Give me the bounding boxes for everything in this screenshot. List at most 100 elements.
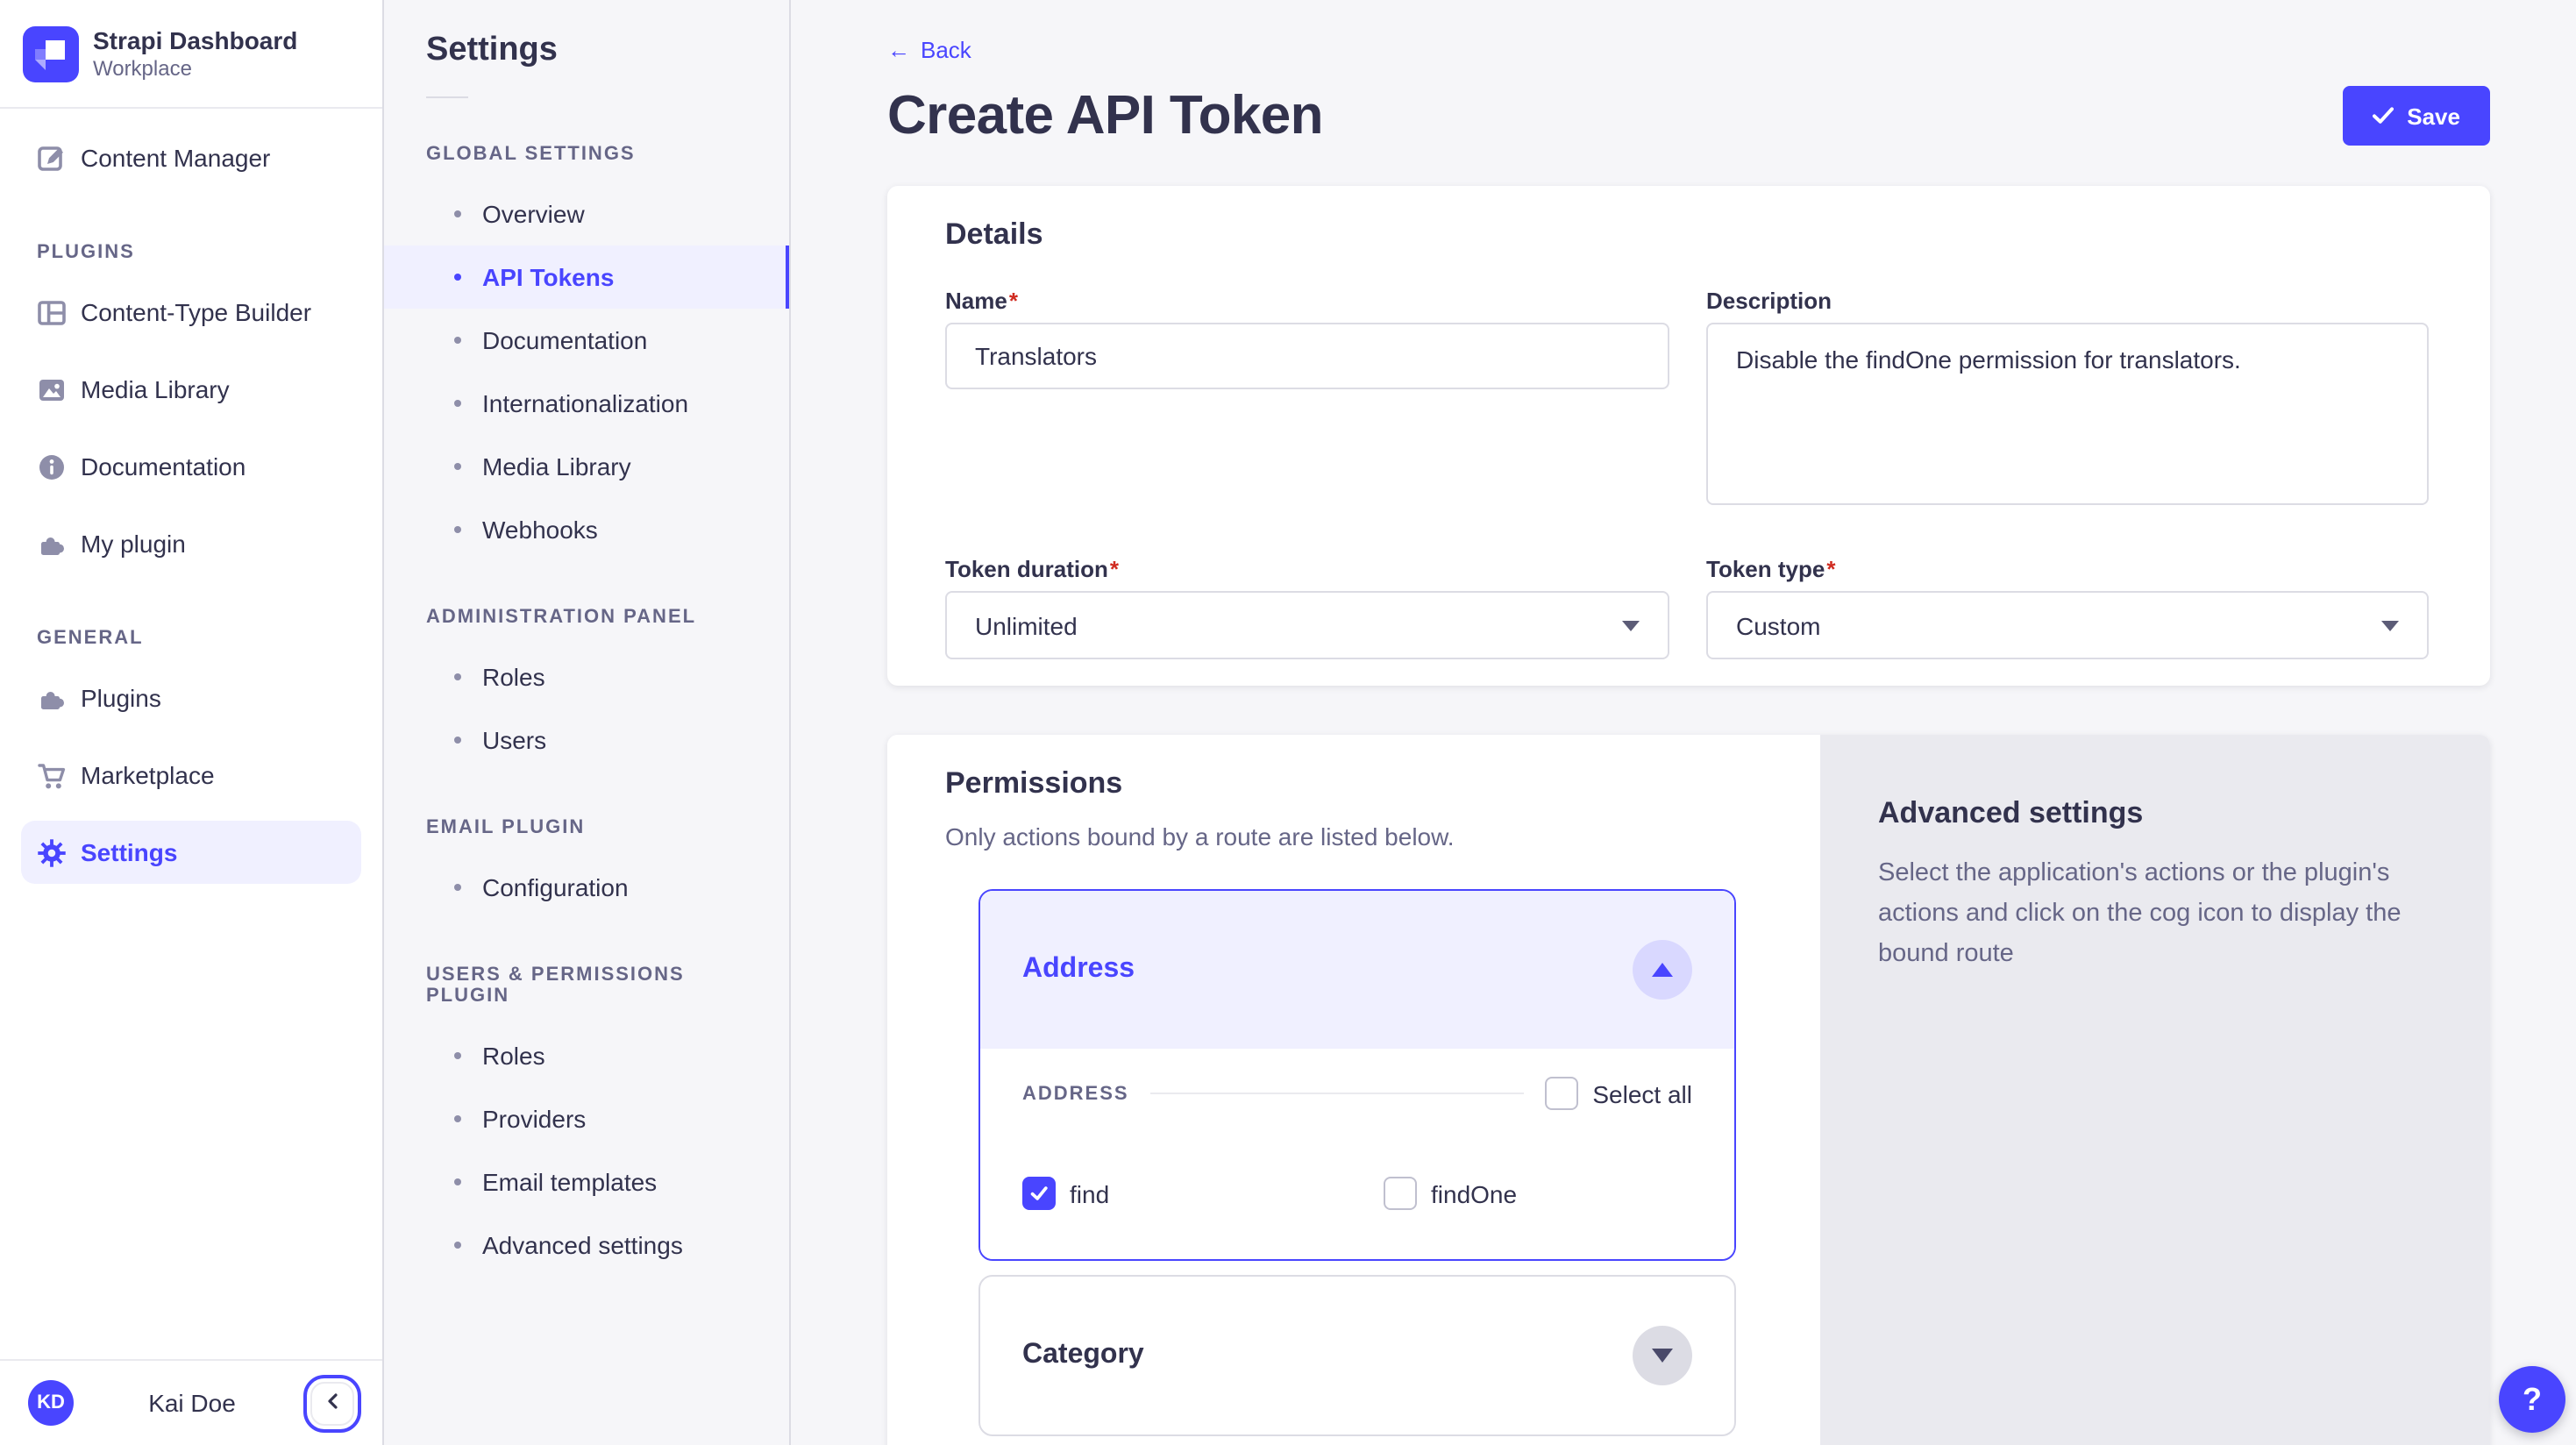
- subnav-item-documentation[interactable]: Documentation: [384, 309, 789, 372]
- expand-accordion-button[interactable]: [1633, 1326, 1692, 1385]
- findone-label: findOne: [1431, 1179, 1517, 1207]
- description-label: Description: [1706, 288, 2429, 314]
- subnav-item-label: API Tokens: [482, 263, 614, 291]
- avatar[interactable]: KD: [28, 1380, 74, 1426]
- bullet-icon: [454, 463, 461, 470]
- required-asterisk: *: [1826, 556, 1835, 582]
- address-accordion: Address ADDRESS Select all: [978, 889, 1736, 1261]
- puzzle-icon: [37, 529, 67, 559]
- select-all-label: Select all: [1592, 1079, 1692, 1107]
- chevron-left-icon: [322, 1390, 343, 1416]
- subnav-item-api-tokens[interactable]: API Tokens: [384, 246, 789, 309]
- token-duration-select[interactable]: Unlimited: [945, 591, 1669, 659]
- subnav-item-webhooks[interactable]: Webhooks: [384, 498, 789, 561]
- subnav-item-up-providers[interactable]: Providers: [384, 1087, 789, 1150]
- subnav-section-administration-panel: ADMINISTRATION PANEL: [426, 607, 747, 628]
- subnav-item-admin-roles[interactable]: Roles: [384, 645, 789, 708]
- sidebar-item-settings[interactable]: Settings: [21, 821, 361, 884]
- sidebar-item-documentation[interactable]: Documentation: [21, 435, 361, 498]
- address-group-row: ADDRESS Select all: [1022, 1077, 1692, 1110]
- sidebar-item-plugins[interactable]: Plugins: [21, 666, 361, 730]
- subnav-item-label: Documentation: [482, 326, 647, 354]
- advanced-settings-description: Select the application's actions or the …: [1878, 854, 2429, 975]
- description-textarea[interactable]: Disable the findOne permission for trans…: [1706, 323, 2429, 505]
- puzzle-icon: [37, 683, 67, 713]
- back-link[interactable]: ← Back: [887, 37, 971, 63]
- find-checkbox[interactable]: [1022, 1177, 1056, 1210]
- subnav-item-internationalization[interactable]: Internationalization: [384, 372, 789, 435]
- name-input[interactable]: [945, 323, 1669, 389]
- subnav-item-label: Webhooks: [482, 516, 598, 544]
- token-type-label-text: Token type: [1706, 556, 1825, 582]
- collapse-accordion-button[interactable]: [1633, 940, 1692, 1000]
- subnav-item-up-roles[interactable]: Roles: [384, 1024, 789, 1087]
- sidebar-item-label: Content-Type Builder: [81, 298, 311, 326]
- subnav-item-label: Users: [482, 726, 546, 754]
- subnav-item-admin-users[interactable]: Users: [384, 708, 789, 772]
- sidebar-item-label: My plugin: [81, 530, 186, 558]
- bullet-icon: [454, 884, 461, 891]
- brand-title: Strapi Dashboard: [93, 25, 297, 55]
- advanced-settings-title: Advanced settings: [1878, 796, 2429, 831]
- advanced-settings-panel: Advanced settings Select the application…: [1820, 735, 2490, 1445]
- content-type-builder-icon: [37, 297, 67, 327]
- subnav-item-up-email-templates[interactable]: Email templates: [384, 1150, 789, 1214]
- subnav-item-up-advanced-settings[interactable]: Advanced settings: [384, 1214, 789, 1277]
- bullet-icon: [454, 1115, 461, 1122]
- select-all-checkbox[interactable]: [1545, 1077, 1578, 1110]
- name-label-text: Name: [945, 288, 1007, 314]
- help-button[interactable]: ?: [2499, 1366, 2565, 1433]
- brand-text: Strapi Dashboard Workplace: [93, 25, 297, 82]
- required-asterisk: *: [1110, 556, 1119, 582]
- sidebar-item-content-type-builder[interactable]: Content-Type Builder: [21, 281, 361, 344]
- token-duration-value: Unlimited: [975, 611, 1078, 639]
- back-arrow-icon: ←: [887, 37, 910, 63]
- bullet-icon: [454, 673, 461, 680]
- save-button[interactable]: Save: [2342, 86, 2490, 146]
- bullet-icon: [454, 337, 461, 344]
- subnav-item-media-library[interactable]: Media Library: [384, 435, 789, 498]
- sidebar-item-my-plugin[interactable]: My plugin: [21, 512, 361, 575]
- page-header: Create API Token Save: [887, 84, 2490, 147]
- sidebar-item-media-library[interactable]: Media Library: [21, 358, 361, 421]
- subnav-title: Settings: [426, 32, 747, 70]
- user-name: Kai Doe: [88, 1389, 296, 1417]
- subnav-list-users-permissions: Roles Providers Email templates Advanced…: [384, 1024, 789, 1277]
- sidebar-item-label: Marketplace: [81, 761, 215, 789]
- sidebar-item-content-manager[interactable]: Content Manager: [21, 126, 361, 189]
- collapse-sidebar-button[interactable]: [310, 1381, 354, 1425]
- details-form: Name* Description Disable the findOne pe…: [945, 288, 2429, 659]
- subnav-item-label: Configuration: [482, 873, 629, 901]
- subnav-item-overview[interactable]: Overview: [384, 182, 789, 246]
- subnav-item-label: Roles: [482, 1042, 545, 1070]
- bullet-icon: [454, 1052, 461, 1059]
- name-field: Name*: [945, 288, 1669, 514]
- chevron-down-icon: [1652, 1349, 1673, 1363]
- sidebar-section-plugins: PLUGINS: [37, 242, 345, 263]
- sidebar-item-label: Plugins: [81, 684, 161, 712]
- bullet-icon: [454, 1178, 461, 1185]
- question-mark-icon: ?: [2523, 1381, 2542, 1416]
- subnav-item-label: Email templates: [482, 1168, 657, 1196]
- findone-checkbox[interactable]: [1384, 1177, 1417, 1210]
- token-type-select[interactable]: Custom: [1706, 591, 2429, 659]
- subnav-item-label: Providers: [482, 1105, 586, 1133]
- bullet-icon: [454, 210, 461, 217]
- address-accordion-header[interactable]: Address: [980, 891, 1734, 1049]
- divider: [426, 96, 468, 98]
- permissions-card: Permissions Only actions bound by a rout…: [887, 735, 2490, 1445]
- sidebar-item-marketplace[interactable]: Marketplace: [21, 744, 361, 807]
- media-library-icon: [37, 374, 67, 404]
- brand: Strapi Dashboard Workplace: [0, 0, 382, 109]
- sidebar-nav: Content Manager PLUGINS Content-Type Bui…: [0, 109, 382, 1359]
- subnav-item-email-configuration[interactable]: Configuration: [384, 856, 789, 919]
- bullet-icon: [454, 274, 461, 281]
- sidebar-item-label: Documentation: [81, 452, 246, 480]
- category-accordion: Category: [978, 1275, 1736, 1436]
- bullet-icon: [454, 1242, 461, 1249]
- documentation-info-icon: [37, 452, 67, 481]
- settings-subnav: Settings GLOBAL SETTINGS Overview API To…: [384, 0, 791, 1445]
- permission-action-find: find: [1022, 1177, 1384, 1210]
- category-accordion-header[interactable]: Category: [980, 1277, 1734, 1434]
- subnav-list-email: Configuration: [384, 856, 789, 919]
